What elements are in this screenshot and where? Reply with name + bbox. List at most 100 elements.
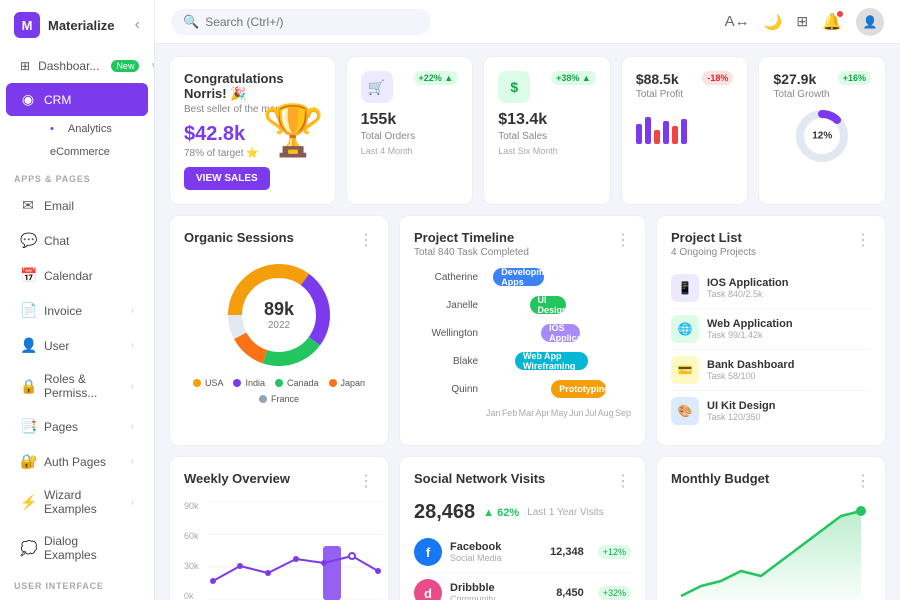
sidebar-item-calendar[interactable]: 📅 Calendar [6, 259, 148, 292]
weekly-chart: 90k 60k 30k 0k [184, 501, 374, 600]
dashboard-label: Dashboar... [38, 59, 99, 73]
sidebar-item-analytics[interactable]: Analytics [42, 118, 148, 140]
orders-value: 155k [361, 111, 459, 129]
email-icon: ✉ [20, 197, 36, 214]
analytics-label: Analytics [68, 123, 112, 135]
bar-5 [672, 126, 678, 144]
social-total-growth: ▲ 62% [483, 507, 519, 519]
legend-canada: Canada [275, 378, 319, 388]
app-name: Materialize [48, 18, 114, 33]
budget-menu-icon[interactable]: ⋮ [855, 471, 871, 491]
sidebar-item-dashboard[interactable]: ⊞ Dashboar... New ▼ [6, 51, 148, 81]
organic-donut: 89k 2022 [224, 260, 334, 370]
proj-info-2: Bank Dashboard Task 58/100 [707, 359, 871, 381]
growth-donut: 12% [773, 106, 871, 166]
weekly-menu-icon[interactable]: ⋮ [358, 471, 374, 491]
proj-name-0: IOS Application [707, 277, 871, 289]
sales-sublabel: Last Six Month [498, 146, 596, 156]
social-title: Social Network Visits [414, 471, 545, 486]
gantt-label-1: Janelle [414, 300, 478, 311]
proj-info-0: IOS Application Task 840/2.5k [707, 277, 871, 299]
roles-icon: 🔒 [20, 378, 36, 395]
search-input[interactable] [205, 15, 419, 29]
social-stats: 28,468 ▲ 62% Last 1 Year Visits [414, 501, 631, 524]
chart-y-labels: 90k 60k 30k 0k [184, 501, 199, 600]
header: 🔍 A↔ 🌙 ⊞ 🔔 👤 [155, 0, 900, 44]
sidebar-item-chat[interactable]: 💬 Chat [6, 224, 148, 257]
avatar[interactable]: 👤 [856, 8, 884, 36]
chat-icon: 💬 [20, 232, 36, 249]
bar-1 [636, 124, 642, 144]
sales-value: $13.4k [498, 111, 596, 129]
sidebar-item-wizard[interactable]: ⚡ Wizard Examples › [6, 480, 148, 524]
weekly-overview-card: Weekly Overview ⋮ 90k 60k 30k 0k [169, 456, 389, 600]
orders-sublabel: Last 4 Month [361, 146, 459, 156]
sidebar-item-dialog[interactable]: 💭 Dialog Examples [6, 526, 148, 570]
gantt-months: JanFebMarAprMayJunJulAugSep [414, 408, 631, 418]
gantt-bar-2: IOS Application [541, 324, 580, 342]
view-sales-button[interactable]: VIEW SALES [184, 167, 270, 190]
orders-label: Total Orders [361, 131, 459, 142]
wizard-chevron: › [131, 497, 134, 508]
search-icon: 🔍 [183, 14, 199, 30]
legend-india: India [233, 378, 265, 388]
timeline-menu-icon[interactable]: ⋮ [615, 230, 631, 250]
proj-item-0: 📱 IOS Application Task 840/2.5k [671, 268, 871, 309]
grid-apps-icon[interactable]: ⊞ [796, 13, 808, 30]
pages-chevron: › [131, 421, 134, 432]
sidebar-item-ecommerce[interactable]: eCommerce [42, 141, 148, 163]
notifications-button[interactable]: 🔔 [822, 12, 842, 32]
proj-icon-1: 🌐 [671, 315, 699, 343]
bar-3 [654, 130, 660, 144]
sidebar-item-typography[interactable]: Aa Typography [6, 596, 148, 600]
gantt-bar-container-4: Prototyping [486, 380, 631, 398]
social-item-dribbble: d Dribbble Community 8,450 +32% [414, 573, 631, 600]
sidebar-item-user[interactable]: 👤 User › [6, 329, 148, 362]
search-box[interactable]: 🔍 [171, 9, 431, 35]
timeline-subtitle: Total 840 Task Completed [414, 247, 529, 258]
gantt-bar-container-0: Development Apps [486, 268, 631, 286]
proj-name-2: Bank Dashboard [707, 359, 871, 371]
notification-dot [836, 10, 844, 18]
proj-item-2: 💳 Bank Dashboard Task 58/100 [671, 350, 871, 391]
project-list-menu-icon[interactable]: ⋮ [855, 230, 871, 250]
sidebar-item-crm[interactable]: ◉ CRM [6, 83, 148, 116]
crm-icon: ◉ [20, 91, 36, 108]
facebook-badge: +12% [598, 545, 631, 559]
email-label: Email [44, 199, 74, 213]
profit-label: Total Profit [636, 89, 734, 100]
social-menu-icon[interactable]: ⋮ [615, 471, 631, 491]
auth-chevron: › [131, 456, 134, 467]
dark-mode-icon[interactable]: 🌙 [764, 13, 783, 31]
invoice-icon: 📄 [20, 302, 36, 319]
sidebar-item-roles[interactable]: 🔒 Roles & Permiss... › [6, 364, 148, 408]
orders-badge: +22% ▲ [414, 71, 459, 85]
profit-badge: -18% [702, 71, 733, 85]
proj-item-1: 🌐 Web Application Task 99/1.42k [671, 309, 871, 350]
social-period: Last 1 Year Visits [527, 507, 604, 518]
translate-icon[interactable]: A↔ [725, 13, 750, 30]
sidebar-item-pages[interactable]: 📑 Pages › [6, 410, 148, 443]
sidebar-item-email[interactable]: ✉ Email [6, 189, 148, 222]
gantt-label-0: Catherine [414, 272, 478, 283]
proj-icon-2: 💳 [671, 356, 699, 384]
sidebar-item-auth[interactable]: 🔐 Auth Pages › [6, 445, 148, 478]
organic-sessions-card: Organic Sessions ⋮ [169, 215, 389, 446]
sidebar-toggle[interactable]: ‹ [135, 16, 140, 34]
profit-value: $88.5k [636, 71, 679, 87]
auth-icon: 🔐 [20, 453, 36, 470]
dialog-icon: 💭 [20, 540, 36, 557]
gantt-bar-container-3: Web App Wireframing [486, 352, 631, 370]
sidebar-item-invoice[interactable]: 📄 Invoice › [6, 294, 148, 327]
main-area: 🔍 A↔ 🌙 ⊞ 🔔 👤 Congratulations Norris! 🎉 B… [155, 0, 900, 600]
facebook-info: Facebook Social Media [450, 541, 502, 563]
social-network-card: Social Network Visits ⋮ 28,468 ▲ 62% Las… [399, 456, 646, 600]
gantt-bar-3: Web App Wireframing [515, 352, 588, 370]
proj-name-3: UI Kit Design [707, 400, 871, 412]
organic-menu-icon[interactable]: ⋮ [358, 230, 374, 250]
project-list-card: Project List 4 Ongoing Projects ⋮ 📱 IOS … [656, 215, 886, 446]
calendar-label: Calendar [44, 269, 93, 283]
dribbble-info: Dribbble Community [450, 582, 496, 600]
budget-svg [671, 501, 866, 600]
gantt-label-2: Wellington [414, 328, 478, 339]
